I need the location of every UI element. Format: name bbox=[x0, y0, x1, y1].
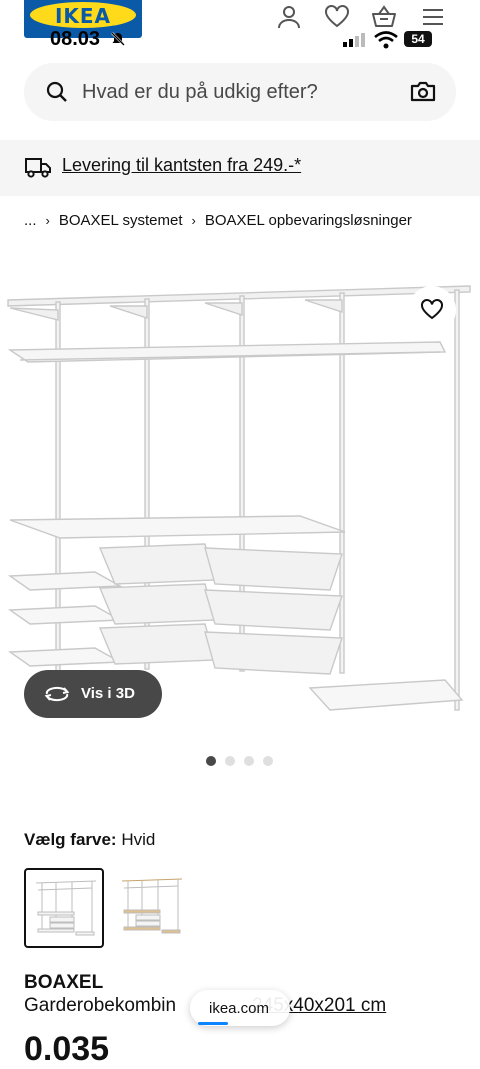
bell-muted-icon bbox=[111, 32, 125, 46]
colour-value: Hvid bbox=[121, 830, 156, 849]
gallery-dot[interactable] bbox=[263, 756, 273, 766]
gallery-dot[interactable] bbox=[244, 756, 254, 766]
browser-url-pill[interactable]: ikea.com bbox=[190, 990, 290, 1026]
product-name: BOAXEL bbox=[24, 972, 104, 993]
product-price: 0.035 bbox=[24, 1030, 110, 1068]
gallery-dot[interactable] bbox=[206, 756, 216, 766]
breadcrumb-ellipsis[interactable]: ... bbox=[24, 212, 37, 229]
user-icon[interactable] bbox=[276, 4, 302, 30]
cellular-signal-icon bbox=[343, 33, 365, 47]
wifi-icon bbox=[374, 31, 398, 49]
chevron-right-icon: › bbox=[191, 213, 196, 228]
colour-label: Vælg farve: Hvid bbox=[24, 830, 155, 850]
page-load-progress bbox=[198, 1022, 228, 1025]
product-image[interactable] bbox=[0, 280, 480, 730]
search-bar[interactable]: Hvad er du på udkig efter? bbox=[24, 63, 456, 121]
add-to-favourites-button[interactable] bbox=[408, 286, 456, 334]
product-type: Garderobekombin bbox=[24, 995, 177, 1016]
view-in-3d-label: Vis i 3D bbox=[81, 685, 135, 702]
menu-icon[interactable] bbox=[420, 4, 446, 30]
basket-icon[interactable] bbox=[371, 4, 397, 30]
logo-text: IKEA bbox=[54, 4, 112, 28]
gallery-pagination bbox=[206, 756, 273, 766]
oak-variant-thumbnail bbox=[121, 878, 183, 934]
breadcrumb-boaxel-system[interactable]: BOAXEL systemet bbox=[59, 212, 183, 229]
camera-icon[interactable] bbox=[410, 79, 436, 103]
search-icon bbox=[46, 81, 67, 102]
gallery-dot[interactable] bbox=[225, 756, 235, 766]
breadcrumb-boaxel-storage[interactable]: BOAXEL opbevaringsløsninger bbox=[205, 212, 412, 229]
colour-heading: Vælg farve: bbox=[24, 830, 117, 849]
white-variant-thumbnail bbox=[35, 880, 97, 936]
colour-option-oak[interactable] bbox=[112, 868, 192, 948]
browser-url: ikea.com bbox=[209, 1000, 270, 1017]
status-time: 08.03 bbox=[50, 28, 101, 50]
search-input[interactable]: Hvad er du på udkig efter? bbox=[82, 81, 318, 104]
delivery-link[interactable]: Levering til kantsten fra 249.-* bbox=[62, 155, 301, 176]
rotate-3d-icon bbox=[44, 686, 70, 702]
battery-level: 54 bbox=[404, 31, 432, 47]
view-in-3d-button[interactable]: Vis i 3D bbox=[24, 670, 162, 718]
chevron-right-icon: › bbox=[45, 213, 50, 228]
delivery-banner[interactable]: Levering til kantsten fra 249.-* bbox=[0, 140, 480, 196]
heart-icon[interactable] bbox=[324, 4, 350, 30]
heart-icon bbox=[421, 298, 443, 320]
breadcrumb: ... › BOAXEL systemet › BOAXEL opbevarin… bbox=[24, 212, 412, 229]
colour-option-white[interactable] bbox=[24, 868, 104, 948]
truck-icon bbox=[25, 158, 51, 178]
